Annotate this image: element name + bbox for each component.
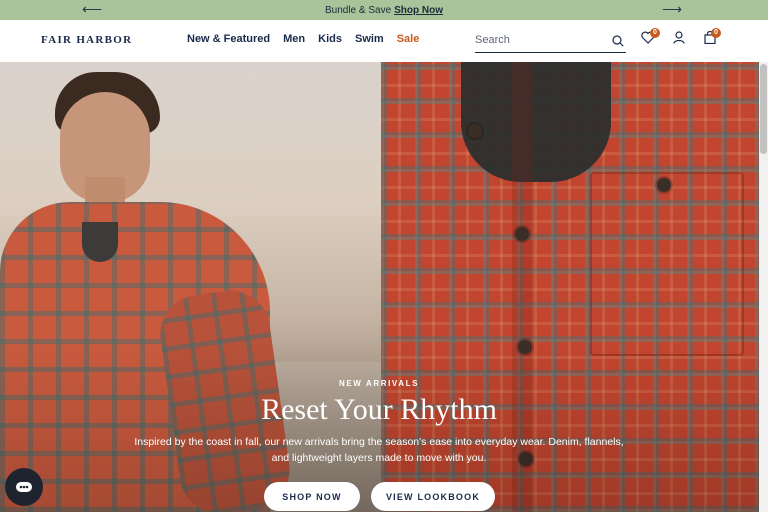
logo[interactable]: FAIR HARBOR [41, 34, 132, 46]
announcement-text: Bundle & Save [324, 4, 392, 16]
account-button[interactable] [673, 31, 685, 49]
hero-shirt-pocket [590, 172, 744, 356]
wishlist-count-badge: 0 [650, 28, 660, 38]
announcement-message: Bundle & Save Shop Now [325, 5, 443, 16]
hero-model-tee [82, 222, 118, 262]
nav-men[interactable]: Men [283, 33, 305, 45]
search-input[interactable] [475, 30, 595, 46]
cart-button[interactable]: 0 [704, 28, 721, 49]
scrollbar-thumb[interactable] [760, 64, 767, 154]
arrow-right-icon[interactable]: ⟶ [662, 1, 682, 18]
nav-kids[interactable]: Kids [318, 33, 342, 45]
nav-swim[interactable]: Swim [355, 33, 384, 45]
user-icon [673, 31, 685, 44]
shop-now-link[interactable]: Shop Now [394, 5, 443, 16]
site-header: FAIR HARBOR New & Featured Men Kids Swim… [0, 20, 768, 63]
nav-new-featured[interactable]: New & Featured [187, 33, 270, 45]
nav-sale[interactable]: Sale [397, 33, 420, 45]
chat-icon [16, 482, 32, 492]
hero-banner: NEW ARRIVALS Reset Your Rhythm Inspired … [0, 62, 768, 512]
shirt-button [515, 227, 529, 241]
arrow-left-icon[interactable]: ⟵ [82, 1, 102, 18]
main-nav: New & Featured Men Kids Swim Sale [187, 33, 432, 45]
page-scrollbar[interactable] [759, 62, 768, 512]
hero-shirt-collar [461, 62, 611, 182]
wishlist-button[interactable]: 0 [641, 28, 660, 49]
shirt-button [657, 178, 671, 192]
search-icon[interactable] [612, 35, 624, 47]
cart-count-badge: 0 [711, 28, 721, 38]
chat-button[interactable] [5, 468, 43, 506]
view-lookbook-button[interactable]: VIEW LOOKBOOK [371, 482, 495, 511]
hero-headline: Reset Your Rhythm [261, 393, 497, 426]
hero-subtext: Inspired by the coast in fall, our new a… [134, 436, 624, 464]
shirt-button [468, 124, 482, 138]
hero-eyebrow: NEW ARRIVALS [338, 379, 420, 388]
search-bar [475, 30, 626, 53]
announcement-bar: ⟵ Bundle & Save Shop Now ⟶ [0, 0, 768, 20]
shop-now-button[interactable]: SHOP NOW [264, 482, 360, 511]
